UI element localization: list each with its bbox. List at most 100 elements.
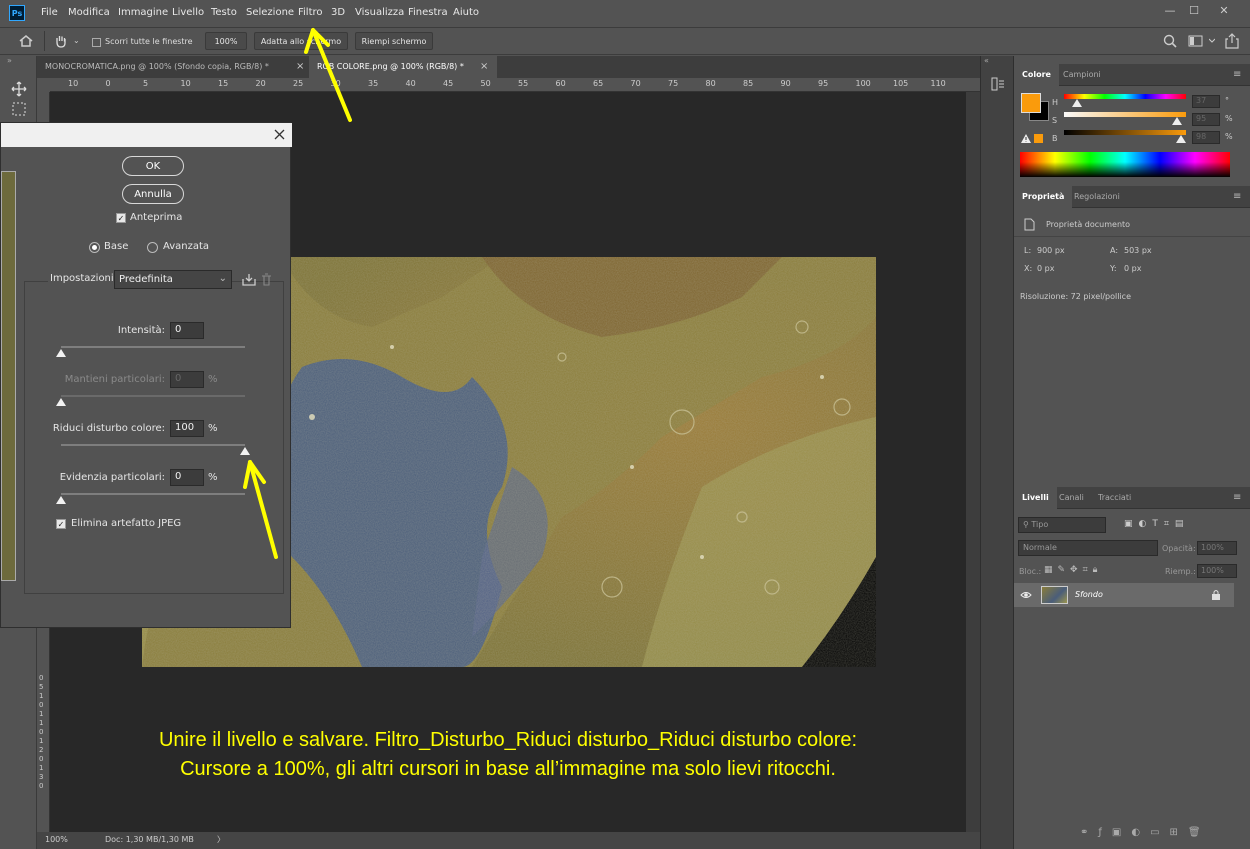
- tab-properties[interactable]: Proprietà: [1014, 186, 1073, 208]
- close-icon[interactable]: ×: [480, 61, 488, 72]
- intensity-slider-track[interactable]: [61, 346, 245, 348]
- maximize-button[interactable]: ☐: [1184, 4, 1204, 18]
- tab-swatches[interactable]: Campioni: [1055, 64, 1109, 86]
- x-value[interactable]: 0 px: [1037, 264, 1054, 273]
- eye-icon[interactable]: [1020, 590, 1032, 600]
- tab-channels[interactable]: Canali: [1051, 487, 1092, 509]
- mode-advanced-radio[interactable]: [147, 242, 158, 253]
- lock-icons[interactable]: ▦✎✥⌗🔒︎: [1044, 565, 1134, 577]
- foreground-color-swatch[interactable]: [1021, 93, 1041, 113]
- layer-row-background[interactable]: Sfondo: [1014, 583, 1234, 607]
- panel-menu-icon[interactable]: ≡: [1233, 69, 1241, 80]
- ruler-tick-label: 30: [330, 79, 341, 88]
- menu-file[interactable]: File: [41, 7, 58, 18]
- b-input[interactable]: 98: [1192, 131, 1220, 144]
- layer-thumbnail: [1041, 586, 1068, 604]
- reduce-color-noise-unit: %: [208, 423, 218, 434]
- sharpen-details-slider-thumb[interactable]: [56, 496, 66, 504]
- minimize-button[interactable]: —: [1160, 4, 1180, 18]
- brightness-slider[interactable]: [1064, 130, 1186, 135]
- ok-button[interactable]: OK: [122, 156, 184, 176]
- brightness-slider-thumb[interactable]: [1176, 135, 1186, 143]
- preview-label: Anteprima: [130, 212, 183, 223]
- sharpen-details-input[interactable]: 0: [170, 469, 204, 486]
- share-icon[interactable]: [1225, 33, 1239, 49]
- s-input[interactable]: 95: [1192, 113, 1220, 126]
- preview-pane[interactable]: [1, 171, 16, 581]
- close-icon[interactable]: ×: [296, 61, 304, 72]
- tab-color[interactable]: Colore: [1014, 64, 1059, 86]
- settings-select[interactable]: Predefinita ⌄: [114, 270, 232, 289]
- collapse-icon[interactable]: »: [7, 56, 12, 65]
- collapse-icon[interactable]: «: [984, 56, 989, 65]
- intensity-input[interactable]: 0: [170, 322, 204, 339]
- fill-screen-button[interactable]: Riempi schermo: [355, 32, 433, 50]
- reduce-color-noise-slider-track[interactable]: [61, 444, 245, 446]
- layer-kind-filter[interactable]: ⚲ Tipo: [1018, 517, 1106, 533]
- close-window-button[interactable]: ✕: [1214, 4, 1234, 18]
- mode-basic-radio[interactable]: [89, 242, 100, 253]
- saturation-slider[interactable]: [1064, 112, 1186, 117]
- tab-paths[interactable]: Tracciati: [1090, 487, 1139, 509]
- reduce-color-noise-slider-thumb[interactable]: [240, 447, 250, 455]
- status-zoom[interactable]: 100%: [45, 835, 68, 844]
- color-spectrum[interactable]: [1020, 152, 1230, 177]
- menu-window[interactable]: Finestra: [408, 7, 448, 18]
- panel-menu-icon[interactable]: ≡: [1233, 191, 1241, 202]
- y-value[interactable]: 0 px: [1124, 264, 1141, 273]
- sharpen-details-slider-track[interactable]: [61, 493, 245, 495]
- height-value[interactable]: 503 px: [1124, 246, 1152, 255]
- menu-view[interactable]: Visualizza: [355, 7, 404, 18]
- history-icon[interactable]: [990, 76, 1006, 92]
- zoom-100-button[interactable]: 100%: [205, 32, 247, 50]
- workspace-icon[interactable]: [1188, 34, 1204, 48]
- menu-layer[interactable]: Livello: [172, 7, 204, 18]
- tab-monocromatica[interactable]: MONOCROMATICA.png @ 100% (Sfondo copia, …: [37, 56, 309, 78]
- remove-jpeg-artifact-checkbox[interactable]: ✓: [56, 519, 66, 529]
- search-icon[interactable]: [1163, 34, 1177, 48]
- marquee-tool-icon[interactable]: [12, 102, 26, 116]
- menu-image[interactable]: Immagine: [118, 7, 168, 18]
- home-icon[interactable]: [18, 34, 34, 48]
- save-preset-icon[interactable]: [242, 273, 256, 286]
- blend-mode-select[interactable]: Normale: [1018, 540, 1158, 556]
- gamut-swatch[interactable]: [1034, 134, 1043, 143]
- menu-filter[interactable]: Filtro: [298, 7, 323, 18]
- saturation-slider-thumb[interactable]: [1172, 117, 1182, 125]
- hue-slider-thumb[interactable]: [1072, 99, 1082, 107]
- cancel-button[interactable]: Annulla: [122, 184, 184, 204]
- reduce-color-noise-input[interactable]: 100: [170, 420, 204, 437]
- tab-adjustments[interactable]: Regolazioni: [1066, 186, 1128, 208]
- panel-menu-icon[interactable]: ≡: [1233, 492, 1241, 503]
- scroll-all-checkbox[interactable]: [92, 38, 101, 47]
- preserve-details-input: 0: [170, 371, 204, 388]
- preview-checkbox[interactable]: ✓: [116, 213, 126, 223]
- fill-input[interactable]: 100%: [1197, 564, 1237, 578]
- preserve-details-unit: %: [208, 374, 218, 385]
- menu-3d[interactable]: 3D: [331, 7, 345, 18]
- opacity-input[interactable]: 100%: [1197, 541, 1237, 555]
- ruler-tick-label: 25: [293, 79, 304, 88]
- h-input[interactable]: 37: [1192, 95, 1220, 108]
- menu-help[interactable]: Aiuto: [453, 7, 479, 18]
- menu-type[interactable]: Testo: [211, 7, 237, 18]
- delete-preset-icon: [262, 273, 271, 286]
- menu-select[interactable]: Selezione: [246, 7, 294, 18]
- tab-rgb-colore[interactable]: RGB COLORE.png @ 100% (RGB/8) *: [309, 56, 497, 78]
- status-arrow-icon[interactable]: 〉: [217, 834, 225, 845]
- move-tool-icon[interactable]: [11, 81, 27, 97]
- chevron-down-icon[interactable]: ⌄: [73, 36, 80, 45]
- layer-actions-bar[interactable]: ⚭ƒ▣◐▭⊞🗑︎: [1014, 824, 1250, 844]
- resolution-label: Risoluzione: 72 pixel/pollice: [1020, 292, 1131, 301]
- width-value[interactable]: 900 px: [1037, 246, 1065, 255]
- intensity-slider-thumb[interactable]: [56, 349, 66, 357]
- chevron-down-icon[interactable]: [1209, 33, 1215, 47]
- close-icon[interactable]: [274, 129, 285, 140]
- fit-screen-button[interactable]: Adatta allo schermo: [254, 32, 348, 50]
- vertical-scrollbar[interactable]: [966, 92, 980, 832]
- hue-slider[interactable]: [1064, 94, 1186, 99]
- hand-tool-icon[interactable]: [53, 33, 69, 49]
- layer-name[interactable]: Sfondo: [1075, 590, 1103, 599]
- layer-filter-icons[interactable]: ▣◐T⌗▤: [1124, 519, 1234, 531]
- menu-edit[interactable]: Modifica: [68, 7, 110, 18]
